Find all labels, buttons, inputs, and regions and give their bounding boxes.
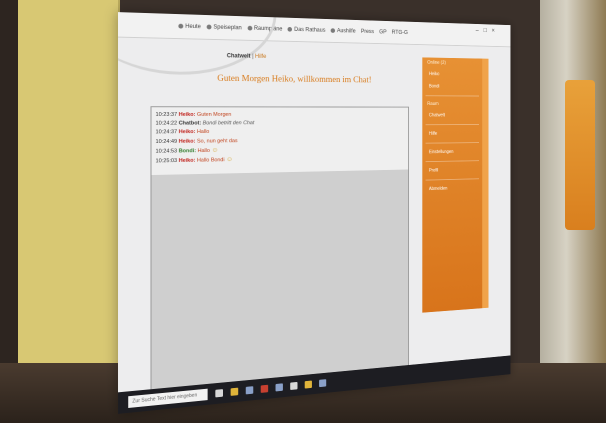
left-wall — [0, 0, 120, 423]
minimize-icon[interactable]: – — [476, 27, 484, 33]
message-time: 10:24:22 — [155, 120, 178, 127]
app-icon[interactable] — [290, 381, 298, 391]
sidebar-item-profile[interactable]: Profil — [422, 164, 482, 178]
message-user: Heiko: — [178, 138, 196, 145]
chat-panel: 10:23:37 Heiko: Guten Morgen 10:24:22 Ch… — [150, 106, 409, 399]
message-time: 10:24:37 — [155, 129, 178, 136]
maximize-icon[interactable]: □ — [484, 28, 492, 34]
projected-screen: Heute Speiseplan Raumpläne Das Rathaus A… — [118, 8, 558, 418]
bookmark-item[interactable]: GP — [379, 29, 386, 35]
nav-help-link[interactable]: Hilfe — [255, 54, 266, 60]
chat-log[interactable]: 10:23:37 Heiko: Guten Morgen 10:24:22 Ch… — [151, 107, 409, 176]
sidebar-item-logout[interactable]: Abmelden — [422, 182, 482, 196]
app-icon[interactable] — [275, 383, 283, 392]
message-text: Bondi betritt den Chat — [202, 120, 255, 127]
app-icon[interactable] — [260, 384, 269, 393]
message-user: Chatbot: — [178, 120, 202, 127]
bookmark-item[interactable]: Aushilfe — [330, 28, 356, 34]
room-user[interactable]: Chatwelt — [422, 109, 482, 121]
sidebar-divider — [425, 124, 480, 126]
smiley-icon: ☺ — [226, 156, 233, 164]
online-user[interactable]: Heiko — [422, 68, 482, 81]
sidebar-divider — [425, 95, 480, 97]
message-user: Heiko: — [178, 112, 196, 118]
smiley-icon: ☺ — [211, 146, 219, 154]
nav-home-link[interactable]: Chatwelt — [227, 53, 251, 59]
online-user[interactable]: Bondi — [422, 80, 482, 93]
window-controls: –□× — [476, 27, 500, 34]
message-text: So, nun geht das — [196, 138, 238, 145]
bookmark-item[interactable]: Das Rathaus — [287, 26, 325, 33]
sidebar-divider — [425, 160, 480, 163]
message-text: Hallo — [196, 129, 210, 136]
sidebar-item-help[interactable]: Hilfe — [422, 127, 482, 140]
message-time: 10:23:37 — [155, 112, 178, 118]
bookmark-item[interactable]: Press — [361, 29, 374, 35]
bookmark-item[interactable]: RTG-G — [392, 30, 408, 36]
orange-banner — [565, 80, 595, 230]
bookmark-icon — [287, 26, 293, 32]
app-icon[interactable] — [304, 380, 312, 389]
browser-window: Heute Speiseplan Raumpläne Das Rathaus A… — [118, 12, 511, 414]
sidebar-divider — [425, 178, 480, 181]
close-icon[interactable]: × — [492, 28, 500, 34]
photo-scene: Heute Speiseplan Raumpläne Das Rathaus A… — [0, 0, 606, 423]
message-text: Hallo — [197, 147, 210, 154]
site-nav: Chatwelt | Hilfe — [227, 53, 266, 59]
explorer-icon[interactable] — [230, 387, 239, 396]
browser-icon[interactable] — [245, 386, 254, 395]
message-user: Bondi: — [178, 148, 197, 155]
bookmark-icon — [330, 28, 336, 33]
message-text: Hallo Bondi — [196, 157, 225, 164]
sidebar-item-settings[interactable]: Einstellungen — [422, 146, 482, 159]
welcome-heading: Guten Morgen Heiko, willkommen im Chat! — [217, 74, 372, 86]
header-decoration — [118, 12, 277, 76]
taskbar-search-input[interactable]: Zur Suche Text hier eingeben — [128, 388, 208, 408]
message-text: Guten Morgen — [196, 112, 232, 118]
message-time: 10:25:03 — [155, 158, 178, 165]
task-view-icon[interactable] — [215, 389, 223, 398]
app-icon[interactable] — [319, 379, 327, 388]
chat-sidebar: Online (2) Heiko Bondi Raum Chatwelt Hil… — [422, 57, 489, 313]
sidebar-divider — [425, 142, 480, 144]
message-user: Heiko: — [178, 129, 196, 136]
message-time: 10:24:53 — [155, 148, 178, 155]
message-time: 10:24:49 — [155, 138, 178, 145]
nav-separator: | — [252, 53, 254, 60]
message-user: Heiko: — [178, 157, 196, 164]
room-title: Raum — [427, 101, 439, 107]
